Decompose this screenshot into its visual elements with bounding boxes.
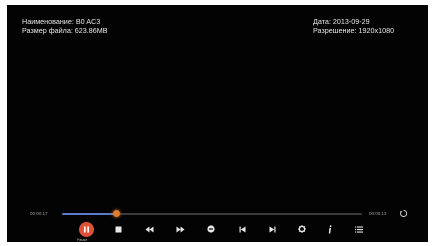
progress-thumb[interactable] xyxy=(112,210,120,217)
next-icon xyxy=(269,226,275,232)
fast-forward-icon xyxy=(176,226,184,232)
file-name: Наименование: B0 AC3 xyxy=(22,17,101,26)
loop-icon[interactable] xyxy=(399,209,408,218)
rewind-button[interactable] xyxy=(141,221,157,237)
rewind-icon xyxy=(145,226,153,232)
elapsed-time: 00:00:17 xyxy=(30,211,48,216)
file-info-right: Дата: 2013-09-29 Разрешение: 1920x1080 xyxy=(313,17,394,35)
pause-label: Pause xyxy=(77,238,88,242)
progress-fill xyxy=(62,213,116,215)
fast-forward-button[interactable] xyxy=(172,221,188,237)
next-button[interactable] xyxy=(264,221,280,237)
playlist-icon xyxy=(355,226,363,233)
pause-button[interactable] xyxy=(79,222,94,237)
video-player-screen[interactable]: Наименование: B0 AC3 Размер файла: 623.8… xyxy=(7,5,428,242)
control-bar: Pause xyxy=(7,221,428,242)
stop-button[interactable] xyxy=(110,221,126,237)
pause-icon xyxy=(84,226,89,233)
subtitle-icon xyxy=(207,225,215,233)
info-icon xyxy=(328,224,332,233)
stop-icon xyxy=(115,226,121,232)
total-time: 00:00:13 xyxy=(369,211,387,216)
file-size: Размер файла: 623.86MB xyxy=(22,26,108,35)
info-button[interactable] xyxy=(322,221,338,237)
playlist-button[interactable] xyxy=(351,221,367,237)
settings-icon xyxy=(298,225,306,233)
previous-icon xyxy=(239,226,245,232)
file-info-left: Наименование: B0 AC3 Размер файла: 623.8… xyxy=(22,17,108,35)
file-resolution: Разрешение: 1920x1080 xyxy=(313,26,395,35)
progress-bar[interactable] xyxy=(62,210,362,217)
settings-button[interactable] xyxy=(294,221,310,237)
subtitle-button[interactable] xyxy=(203,221,219,237)
previous-button[interactable] xyxy=(234,221,250,237)
file-date: Дата: 2013-09-29 xyxy=(313,17,370,26)
